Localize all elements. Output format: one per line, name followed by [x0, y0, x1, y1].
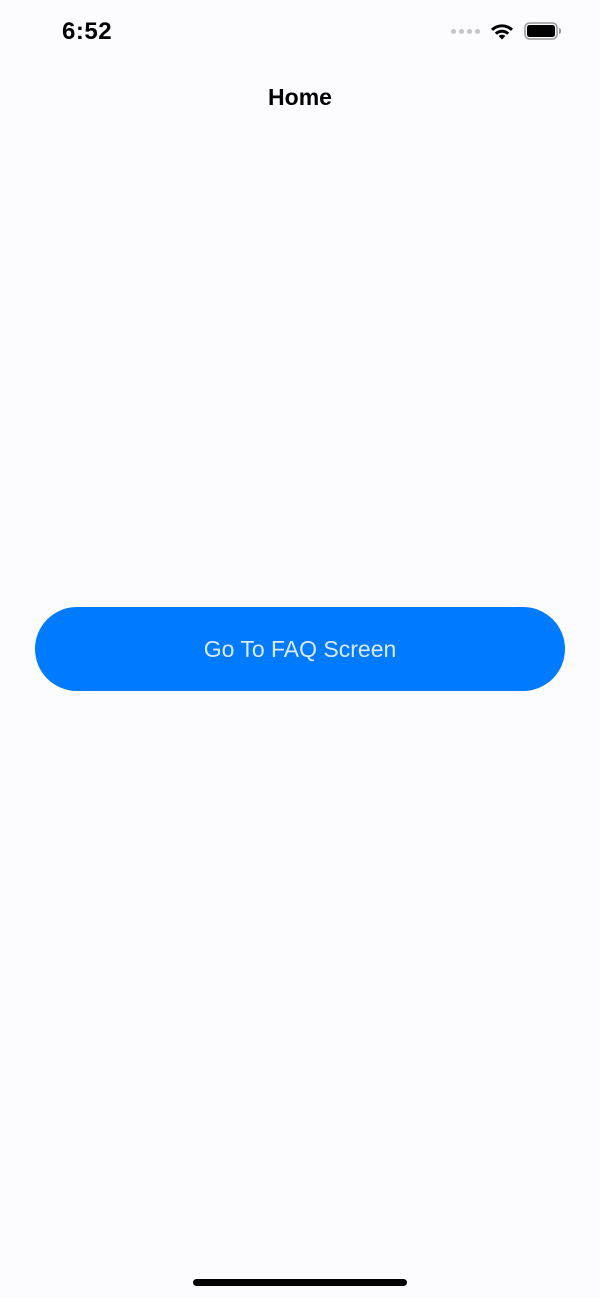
nav-bar: Home: [0, 70, 600, 124]
signal-dots-icon: [451, 28, 480, 34]
page-title: Home: [268, 83, 332, 110]
status-bar: 6:52: [0, 0, 600, 70]
status-icons: [451, 22, 562, 40]
wifi-icon: [491, 24, 513, 40]
home-indicator[interactable]: [193, 1279, 407, 1286]
go-to-faq-button[interactable]: Go To FAQ Screen: [35, 607, 565, 691]
battery-icon: [524, 22, 561, 40]
status-time: 6:52: [62, 18, 113, 45]
